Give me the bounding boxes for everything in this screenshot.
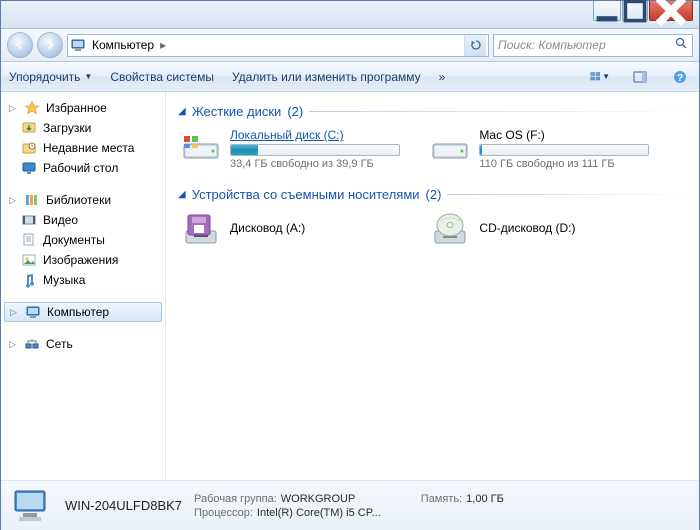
- drive-local-c[interactable]: Локальный диск (C:) 33,4 ГБ свободно из …: [178, 125, 427, 173]
- cd-drive-icon: [429, 211, 471, 249]
- collapse-icon[interactable]: ◢: [178, 189, 186, 200]
- view-options-button[interactable]: ▼: [589, 66, 611, 88]
- floppy-icon: [180, 211, 222, 249]
- drive-macos-f[interactable]: Mac OS (F:) 110 ГБ свободно из 111 ГБ: [427, 125, 676, 173]
- uninstall-program-button[interactable]: Удалить или изменить программу: [232, 70, 421, 84]
- expand-icon[interactable]: ▷: [9, 195, 18, 206]
- section-removable[interactable]: ◢ Устройства со съемными носителями (2): [178, 187, 687, 202]
- content-area[interactable]: ◢ Жесткие диски (2) Локальный диск (C:) …: [166, 92, 699, 480]
- address-bar[interactable]: Компьютер ▸: [67, 34, 489, 57]
- minimize-button[interactable]: [593, 1, 621, 21]
- music-icon: [21, 272, 37, 288]
- sidebar-item-computer[interactable]: ▷ Компьютер: [4, 302, 162, 322]
- expand-icon[interactable]: ▷: [10, 307, 19, 318]
- nav-forward-button[interactable]: [37, 32, 63, 58]
- sidebar-item-pictures[interactable]: Изображения: [1, 250, 165, 270]
- hdd-icon: [429, 128, 471, 166]
- close-button[interactable]: [649, 1, 693, 21]
- help-button[interactable]: ?: [669, 66, 691, 88]
- video-icon: [21, 212, 37, 228]
- network-icon: [24, 336, 40, 352]
- sidebar-item-videos[interactable]: Видео: [1, 210, 165, 230]
- breadcrumb-item[interactable]: Компьютер: [90, 38, 156, 52]
- libraries-icon: [24, 192, 40, 208]
- sidebar-item-music[interactable]: Музыка: [1, 270, 165, 290]
- star-icon: [24, 100, 40, 116]
- maximize-button[interactable]: [622, 1, 648, 21]
- refresh-button[interactable]: [464, 35, 486, 56]
- chevron-down-icon: ▼: [602, 72, 610, 81]
- chevron-down-icon: ▼: [84, 72, 92, 81]
- titlebar: [1, 1, 699, 29]
- expand-icon[interactable]: ▷: [9, 339, 18, 350]
- drive-floppy-a[interactable]: Дисковод (A:): [178, 208, 427, 252]
- hdd-icon: [180, 128, 222, 166]
- sidebar-item-network[interactable]: ▷ Сеть: [1, 334, 165, 354]
- sidebar-favorites-header[interactable]: ▷ Избранное: [1, 98, 165, 118]
- capacity-bar: [230, 144, 400, 156]
- downloads-icon: [21, 120, 37, 136]
- search-input[interactable]: Поиск: Компьютер: [493, 34, 693, 57]
- search-icon: [675, 37, 688, 53]
- nav-pane: ▷ Избранное Загрузки Недавние места Рабо…: [1, 92, 166, 480]
- drive-cd-d[interactable]: CD-дисковод (D:): [427, 208, 676, 252]
- pictures-icon: [21, 252, 37, 268]
- computer-icon: [70, 37, 86, 53]
- search-placeholder: Поиск: Компьютер: [498, 38, 606, 52]
- organize-menu[interactable]: Упорядочить▼: [9, 70, 92, 84]
- recent-icon: [21, 140, 37, 156]
- toolbar-overflow-button[interactable]: »: [439, 70, 446, 84]
- capacity-bar: [479, 144, 649, 156]
- sidebar-item-desktop[interactable]: Рабочий стол: [1, 158, 165, 178]
- nav-bar: Компьютер ▸ Поиск: Компьютер: [1, 29, 699, 62]
- sidebar-item-recent[interactable]: Недавние места: [1, 138, 165, 158]
- documents-icon: [21, 232, 37, 248]
- sidebar-item-downloads[interactable]: Загрузки: [1, 118, 165, 138]
- svg-text:?: ?: [677, 73, 683, 84]
- computer-icon: [25, 304, 41, 320]
- computer-name: WIN-204ULFD8BK7: [65, 498, 182, 513]
- system-properties-button[interactable]: Свойства системы: [110, 70, 214, 84]
- expand-icon[interactable]: ▷: [9, 103, 18, 114]
- collapse-icon[interactable]: ◢: [178, 106, 186, 117]
- computer-icon: [11, 487, 53, 525]
- sidebar-item-documents[interactable]: Документы: [1, 230, 165, 250]
- details-pane: WIN-204ULFD8BK7 Рабочая группа: WORKGROU…: [1, 480, 699, 530]
- toolbar: Упорядочить▼ Свойства системы Удалить ил…: [1, 62, 699, 92]
- chevron-right-icon[interactable]: ▸: [160, 38, 166, 52]
- sidebar-libraries-header[interactable]: ▷ Библиотеки: [1, 190, 165, 210]
- section-hard-disks[interactable]: ◢ Жесткие диски (2): [178, 104, 687, 119]
- preview-pane-button[interactable]: [629, 66, 651, 88]
- desktop-icon: [21, 160, 37, 176]
- nav-back-button[interactable]: [7, 32, 33, 58]
